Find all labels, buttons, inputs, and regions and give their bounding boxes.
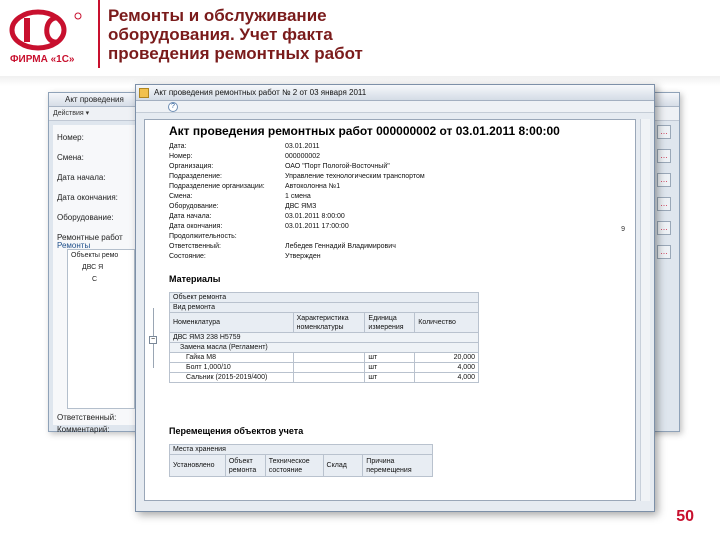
field-row: Дата: 03.01.2011: [169, 143, 320, 150]
field-row: Смена: 1 смена: [169, 193, 311, 200]
column-header: Объект ремонта: [224, 454, 266, 477]
select-button[interactable]: …: [657, 221, 671, 235]
report-sheet: Акт проведения ремонтных работ 000000002…: [144, 119, 636, 501]
materials-table: Объект ремонта Вид ремонта Номенклатура …: [169, 292, 479, 383]
table-cell: Места хранения: [169, 444, 433, 455]
tree-row[interactable]: С: [68, 274, 134, 286]
select-button[interactable]: …: [657, 197, 671, 211]
field-row: Дата окончания: 03.01.2011 17:00:00: [169, 223, 349, 230]
table-cell: Вид ремонта: [169, 302, 479, 313]
table-row: Болт 1,000/10 шт 4,000: [169, 362, 479, 373]
header-divider: [98, 0, 100, 68]
movements-section-title: Перемещения объектов учета: [169, 426, 304, 436]
back-label-shift: Смена:: [57, 153, 84, 162]
column-header: Причина перемещения: [362, 454, 433, 477]
back-label-start: Дата начала:: [57, 173, 106, 182]
column-header: Характеристика номенклатуры: [292, 312, 366, 333]
field-row: Номер: 000000002: [169, 153, 321, 160]
field-row: Состояние: Утвержден: [169, 253, 321, 260]
field-row: Ответственный: Лебедев Геннадий Владимиро…: [169, 243, 396, 250]
select-button[interactable]: …: [657, 173, 671, 187]
print-form-titlebar[interactable]: Акт проведения ремонтных работ № 2 от 03…: [136, 85, 654, 101]
movements-table: Места хранения Установлено Объект ремонт…: [169, 444, 433, 477]
field-row: Подразделение: Управление технологическим…: [169, 173, 425, 180]
column-header: Количество: [414, 312, 479, 333]
field-row: Оборудование: ДВС ЯМЗ: [169, 203, 317, 210]
table-cell: ДВС ЯМЗ 238 Н5759: [169, 332, 479, 343]
logo-caption: ФИРМА «1С»: [10, 54, 75, 65]
vertical-scrollbar[interactable]: [640, 119, 650, 501]
table-cell: Замена масла (Регламент): [169, 342, 479, 353]
back-label-end: Дата окончания:: [57, 193, 118, 202]
column-header: Единица измерения: [364, 312, 416, 333]
field-row: Подразделение организации: Автоколонна №1: [169, 183, 341, 190]
back-label-equipment: Оборудование:: [57, 213, 114, 222]
slide-title: Ремонты и обслуживание оборудования. Уче…: [108, 6, 363, 63]
collapse-icon[interactable]: −: [149, 336, 157, 344]
field-row: Организация: ОАО "Порт Пологой-Восточный": [169, 163, 390, 170]
back-label-number: Номер:: [57, 133, 84, 142]
1c-logo-icon: [9, 9, 82, 51]
select-button[interactable]: …: [657, 125, 671, 139]
document-icon: [139, 88, 149, 98]
column-header: Номенклатура: [169, 312, 294, 333]
table-row: Сальник (2015-2019/400) шт 4,000: [169, 372, 479, 383]
report-heading: Акт проведения ремонтных работ 000000002…: [169, 124, 560, 138]
back-label-responsible: Ответственный:: [57, 413, 117, 422]
column-header: Установлено: [169, 454, 226, 477]
materials-section-title: Материалы: [169, 274, 221, 284]
column-header: Склад: [322, 454, 364, 477]
print-form-window: Акт проведения ремонтных работ № 2 от 03…: [135, 84, 655, 512]
print-form-toolbar: ?: [136, 101, 654, 113]
field-row: Продолжительность:: [169, 233, 237, 240]
back-window-form: Номер: Смена: Дата начала: Дата окончани…: [53, 125, 135, 434]
slide-page-number: 50: [676, 508, 694, 525]
print-form-title: Акт проведения ремонтных работ № 2 от 03…: [154, 88, 367, 97]
page-mark: 9: [621, 226, 625, 233]
back-label-comment: Комментарий:: [57, 425, 110, 434]
field-row: Дата начала: 03.01.2011 8:00:00: [169, 213, 345, 220]
select-button[interactable]: …: [657, 149, 671, 163]
help-icon[interactable]: ?: [168, 102, 178, 112]
back-window-side-buttons: … … … … … …: [657, 125, 675, 425]
tree-row[interactable]: Объекты ремо: [68, 250, 134, 262]
company-logo: ФИРМА «1С»: [8, 8, 92, 70]
tree-row[interactable]: ДВС Я: [68, 262, 134, 274]
back-repairs-tree[interactable]: Объекты ремо ДВС Я С: [67, 249, 135, 409]
table-row: Гайка М8 шт 20,000: [169, 352, 479, 363]
table-cell: Объект ремонта: [169, 292, 479, 303]
column-header: Техническое состояние: [264, 454, 324, 477]
select-button[interactable]: …: [657, 245, 671, 259]
